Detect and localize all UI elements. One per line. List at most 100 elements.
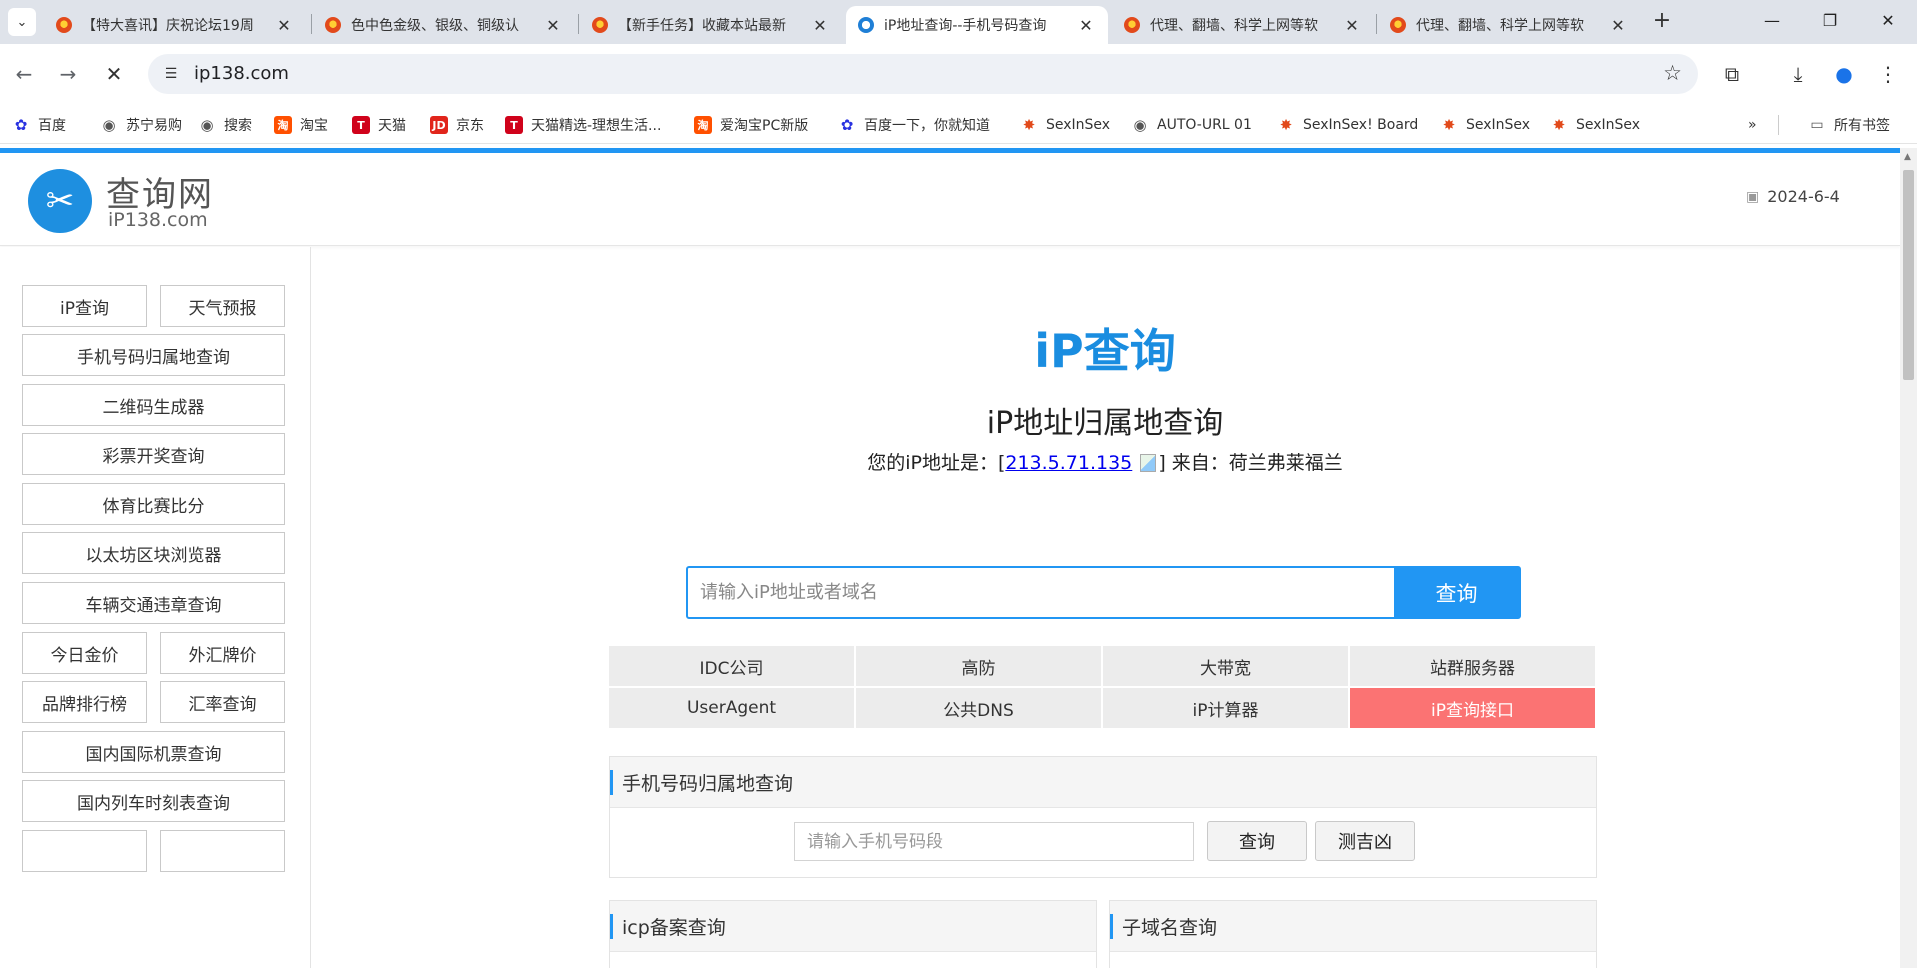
bookmark-item[interactable]: ✸ SexInSex! Board	[1277, 112, 1419, 138]
bookmark-label: SexInSex	[1466, 117, 1531, 133]
close-window-button[interactable]: ✕	[1858, 0, 1917, 40]
phone-panel-title: 手机号码归属地查询	[610, 757, 1596, 808]
baidu-icon: ✿	[840, 116, 854, 134]
sidebar: iP查询 天气预报 手机号码归属地查询 二维码生成器 彩票开奖查询 体育比赛比分…	[0, 247, 311, 968]
ip-address-link[interactable]: 213.5.71.135	[1005, 452, 1132, 474]
close-icon[interactable]: ✕	[810, 16, 830, 35]
close-icon[interactable]: ✕	[543, 16, 563, 35]
restore-button[interactable]: ❐	[1800, 0, 1860, 40]
bookmark-label: SexInSex! Board	[1303, 117, 1419, 133]
bookmark-item[interactable]: 淘淘宝	[274, 112, 328, 138]
tab-1[interactable]: 【特大喜讯】庆祝论坛19周 ✕	[44, 6, 306, 44]
phone-lookup-panel: 手机号码归属地查询 查询 测吉凶	[609, 756, 1597, 878]
sidebar-item-brand-ranking[interactable]: 品牌排行榜	[22, 681, 147, 723]
phone-query-button[interactable]: 查询	[1207, 821, 1307, 861]
quick-link-public-dns[interactable]: 公共DNS	[856, 688, 1101, 728]
bookmark-item[interactable]: JD 京东	[430, 112, 484, 138]
quick-link-useragent[interactable]: UserAgent	[609, 688, 854, 728]
tab-title: 【新手任务】收藏本站最新	[618, 18, 786, 34]
tab-3[interactable]: 【新手任务】收藏本站最新 ✕	[580, 6, 842, 44]
bookmark-item[interactable]: ◉ 苏宁易购	[100, 112, 182, 138]
wrench-logo-icon[interactable]: ✂	[28, 169, 92, 233]
logo-domain[interactable]: iP138.com	[108, 209, 208, 231]
all-bookmarks-button[interactable]: ▭ 所有书签	[1808, 112, 1890, 138]
quick-link-ip-api[interactable]: iP查询接口	[1350, 688, 1595, 728]
quick-link-ip-calculator[interactable]: iP计算器	[1103, 688, 1348, 728]
bookmark-item[interactable]: ✸ SexInSex	[1020, 112, 1110, 138]
sidebar-item-sports-scores[interactable]: 体育比赛比分	[22, 483, 285, 525]
icp-panel-title: icp备案查询	[610, 901, 1096, 952]
close-icon[interactable]: ✕	[1342, 16, 1362, 35]
bookmark-item[interactable]: T 天猫精选-理想生活...	[505, 112, 661, 138]
bookmark-item[interactable]: 淘爱淘宝PC新版	[694, 112, 808, 138]
forward-button[interactable]: →	[52, 58, 84, 90]
close-icon[interactable]: ✕	[274, 16, 294, 35]
download-icon[interactable]: ⤓	[1782, 58, 1814, 90]
sidebar-item-train-timetable[interactable]: 国内列车时刻表查询	[22, 780, 285, 822]
scrollbar-thumb[interactable]	[1903, 170, 1914, 380]
tab-search-button[interactable]: ⌄	[8, 8, 36, 36]
tab-2[interactable]: 色中色金级、银级、铜级认 ✕	[313, 6, 575, 44]
tab-title: iP地址查询--手机号码查询	[884, 18, 1047, 34]
quick-link-site-group[interactable]: 站群服务器	[1350, 646, 1595, 686]
sidebar-item-qrcode[interactable]: 二维码生成器	[22, 384, 285, 426]
new-tab-button[interactable]: +	[1648, 8, 1676, 36]
minimize-icon: —	[1764, 10, 1780, 30]
bookmark-label: 天猫	[378, 118, 406, 134]
bookmark-label: 搜索	[224, 118, 252, 134]
browser-toolbar: ← → ✕ ☰ ip138.com ☆ ⧉ ⤓ ● ⋮	[0, 44, 1917, 106]
close-icon[interactable]: ✕	[1608, 16, 1628, 35]
url-text[interactable]: ip138.com	[194, 63, 289, 84]
sidebar-item-ip-query[interactable]: iP查询	[22, 285, 147, 327]
ip-search-button[interactable]: 查询	[1394, 568, 1519, 617]
bug-icon	[325, 17, 341, 33]
page-title: iP地址归属地查询	[986, 406, 1224, 441]
sidebar-item-ethereum-explorer[interactable]: 以太坊区块浏览器	[22, 532, 285, 574]
sidebar-item-exchange-rate[interactable]: 汇率查询	[160, 681, 285, 723]
sidebar-item-partial[interactable]	[22, 830, 147, 872]
tab-5[interactable]: 代理、翻墙、科学上网等软 ✕	[1112, 6, 1374, 44]
back-button[interactable]: ←	[8, 58, 40, 90]
tab-4-active[interactable]: iP地址查询--手机号码查询 ✕	[846, 6, 1108, 44]
sidebar-item-forex[interactable]: 外汇牌价	[160, 632, 285, 674]
extensions-icon[interactable]: ⧉	[1716, 58, 1748, 90]
address-bar[interactable]: ☰ ip138.com ☆	[148, 54, 1698, 94]
tab-divider	[311, 14, 312, 34]
sidebar-item-flights[interactable]: 国内国际机票查询	[22, 731, 285, 773]
bookmarks-overflow-button[interactable]: »	[1748, 112, 1757, 138]
sidebar-item-gold-price[interactable]: 今日金价	[22, 632, 147, 674]
site-info-icon[interactable]: ☰	[160, 63, 182, 85]
ip-location-text: ] 来自：荷兰弗莱福兰	[1158, 452, 1343, 474]
fortune-button[interactable]: 测吉凶	[1315, 821, 1415, 861]
bookmark-item[interactable]: T 天猫	[352, 112, 406, 138]
close-icon: ✕	[105, 62, 123, 86]
tab-divider	[1376, 14, 1377, 34]
bug-icon: ✸	[1552, 116, 1566, 134]
sidebar-item-traffic-violation[interactable]: 车辆交通违章查询	[22, 582, 285, 624]
quick-link-ddos[interactable]: 高防	[856, 646, 1101, 686]
sidebar-item-weather[interactable]: 天气预报	[160, 285, 285, 327]
bookmark-item[interactable]: ✿ 百度	[12, 112, 66, 138]
sidebar-item-phone-location[interactable]: 手机号码归属地查询	[22, 334, 285, 376]
minimize-button[interactable]: —	[1742, 0, 1802, 40]
tmall-icon: T	[352, 116, 370, 134]
bookmark-item[interactable]: ✸ SexInSex	[1440, 112, 1530, 138]
sidebar-item-partial[interactable]	[160, 830, 285, 872]
sidebar-item-lottery[interactable]: 彩票开奖查询	[22, 433, 285, 475]
quick-link-bandwidth[interactable]: 大带宽	[1103, 646, 1348, 686]
page-scrollbar[interactable]: ▲	[1900, 148, 1917, 968]
phone-number-input[interactable]	[794, 822, 1194, 861]
bookmark-item[interactable]: ◉ AUTO-URL 01	[1131, 112, 1251, 138]
quick-link-idc[interactable]: IDC公司	[609, 646, 854, 686]
close-icon[interactable]: ✕	[1076, 16, 1096, 35]
bookmark-item[interactable]: ✸ SexInSex	[1550, 112, 1640, 138]
bookmark-item[interactable]: ✿ 百度一下，你就知道	[838, 112, 990, 138]
scroll-up-icon[interactable]: ▲	[1904, 152, 1911, 162]
stop-loading-button[interactable]: ✕	[98, 58, 130, 90]
bookmark-item[interactable]: ◉ 搜索	[198, 112, 252, 138]
profile-avatar-icon[interactable]: ●	[1828, 58, 1860, 90]
tab-6[interactable]: 代理、翻墙、科学上网等软 ✕	[1378, 6, 1640, 44]
more-menu-icon[interactable]: ⋮	[1872, 58, 1904, 90]
bookmark-star-icon[interactable]: ☆	[1663, 61, 1682, 85]
ip-search-input[interactable]	[688, 568, 1394, 617]
